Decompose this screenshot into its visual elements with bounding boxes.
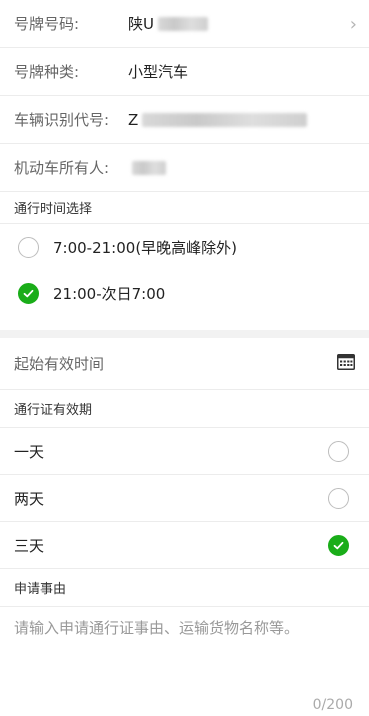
radio-checked-icon[interactable] <box>328 534 349 556</box>
vin-redaction <box>142 112 308 127</box>
plate-type-row: 号牌种类: 小型汽车 <box>0 48 369 96</box>
plate-type-value: 小型汽车 <box>128 63 189 81</box>
plate-number-redaction <box>157 16 208 31</box>
time-section-title: 通行时间选择 <box>0 192 369 224</box>
radio-checked-icon[interactable] <box>18 282 39 304</box>
time-option-night-label: 21:00-次日7:00 <box>53 284 166 303</box>
reason-input[interactable] <box>14 617 355 677</box>
validity-option-label: 三天 <box>14 536 45 555</box>
reason-input-wrapper: 0/200 <box>0 607 369 716</box>
calendar-icon[interactable] <box>337 353 355 374</box>
radio-unchecked-icon[interactable] <box>328 487 349 509</box>
validity-option-two-days[interactable]: 两天 <box>0 475 369 522</box>
plate-type-label: 号牌种类: <box>14 63 80 81</box>
owner-value <box>128 160 166 175</box>
reason-section-title: 申请事由 <box>0 569 369 607</box>
validity-option-label: 一天 <box>14 442 45 461</box>
section-gap <box>0 330 369 338</box>
chevron-right-icon: › <box>349 14 357 35</box>
plate-number-text: 陕U <box>128 15 154 33</box>
vin-text: Z <box>128 110 139 129</box>
reason-char-counter: 0/200 <box>312 697 353 713</box>
time-option-day-label: 7:00-21:00(早晚高峰除外) <box>53 238 238 257</box>
owner-redaction <box>132 160 166 175</box>
plate-number-row[interactable]: 号牌号码: 陕U › <box>0 0 369 48</box>
time-section-spacer <box>0 316 369 330</box>
validity-option-one-day[interactable]: 一天 <box>0 428 369 475</box>
vin-row: 车辆识别代号: Z <box>0 96 369 144</box>
vehicle-info-card: 号牌号码: 陕U › 号牌种类: 小型汽车 车辆识别代号: Z 机动车所有人: <box>0 0 369 192</box>
vin-value: Z <box>128 110 308 129</box>
owner-label: 机动车所有人: <box>14 159 110 177</box>
plate-number-value: 陕U <box>128 13 208 34</box>
start-time-row[interactable]: 起始有效时间 <box>0 338 369 390</box>
radio-unchecked-icon[interactable] <box>328 440 349 462</box>
time-option-day[interactable]: 7:00-21:00(早晚高峰除外) <box>0 224 369 270</box>
validity-section-title: 通行证有效期 <box>0 390 369 428</box>
radio-unchecked-icon[interactable] <box>18 236 39 258</box>
owner-row: 机动车所有人: <box>0 144 369 192</box>
start-time-label: 起始有效时间 <box>14 355 105 373</box>
validity-option-three-days[interactable]: 三天 <box>0 522 369 569</box>
time-option-night[interactable]: 21:00-次日7:00 <box>0 270 369 316</box>
plate-number-label: 号牌号码: <box>14 15 80 33</box>
vin-label: 车辆识别代号: <box>14 111 110 129</box>
validity-option-label: 两天 <box>14 489 45 508</box>
